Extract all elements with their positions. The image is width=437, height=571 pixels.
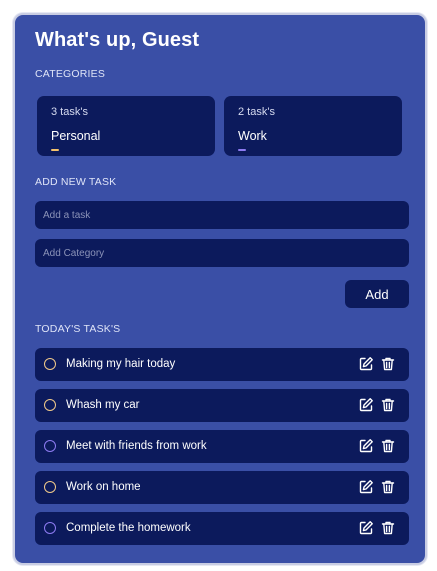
task-item: Meet with friends from work xyxy=(35,430,409,463)
task-item: Complete the homework xyxy=(35,512,409,545)
category-card-work[interactable]: 2 task's Work xyxy=(224,96,402,156)
task-text: Making my hair today xyxy=(66,358,176,370)
trash-icon[interactable] xyxy=(380,520,396,536)
edit-icon[interactable] xyxy=(358,438,374,454)
todays-tasks-label: TODAY'S TASK'S xyxy=(35,323,121,335)
edit-icon[interactable] xyxy=(358,397,374,413)
trash-icon[interactable] xyxy=(380,479,396,495)
category-name: Work xyxy=(238,129,267,143)
categories-label: CATEGORIES xyxy=(35,68,106,80)
task-text: Meet with friends from work xyxy=(66,440,207,452)
page-title: What's up, Guest xyxy=(35,29,200,51)
trash-icon[interactable] xyxy=(380,397,396,413)
task-text: Work on home xyxy=(66,481,141,493)
app-window: What's up, Guest CATEGORIES 3 task's Per… xyxy=(13,13,427,565)
trash-icon[interactable] xyxy=(380,438,396,454)
task-complete-checkbox[interactable] xyxy=(44,440,56,452)
category-count: 3 task's xyxy=(51,106,88,118)
add-new-task-label: ADD NEW TASK xyxy=(35,176,117,188)
task-item: Making my hair today xyxy=(35,348,409,381)
task-text: Complete the homework xyxy=(66,522,191,534)
category-accent-bar xyxy=(238,149,246,151)
task-complete-checkbox[interactable] xyxy=(44,481,56,493)
add-button[interactable]: Add xyxy=(345,280,409,308)
task-text: Whash my car xyxy=(66,399,140,411)
task-item: Whash my car xyxy=(35,389,409,422)
task-complete-checkbox[interactable] xyxy=(44,399,56,411)
edit-icon[interactable] xyxy=(358,479,374,495)
trash-icon[interactable] xyxy=(380,356,396,372)
edit-icon[interactable] xyxy=(358,356,374,372)
category-name: Personal xyxy=(51,129,101,143)
task-complete-checkbox[interactable] xyxy=(44,522,56,534)
task-list: Making my hair today Whash my car Meet w… xyxy=(35,348,409,553)
category-card-personal[interactable]: 3 task's Personal xyxy=(37,96,215,156)
category-accent-bar xyxy=(51,149,59,151)
task-item: Work on home xyxy=(35,471,409,504)
edit-icon[interactable] xyxy=(358,520,374,536)
category-input[interactable] xyxy=(35,239,409,267)
category-count: 2 task's xyxy=(238,106,275,118)
task-complete-checkbox[interactable] xyxy=(44,358,56,370)
task-input[interactable] xyxy=(35,201,409,229)
